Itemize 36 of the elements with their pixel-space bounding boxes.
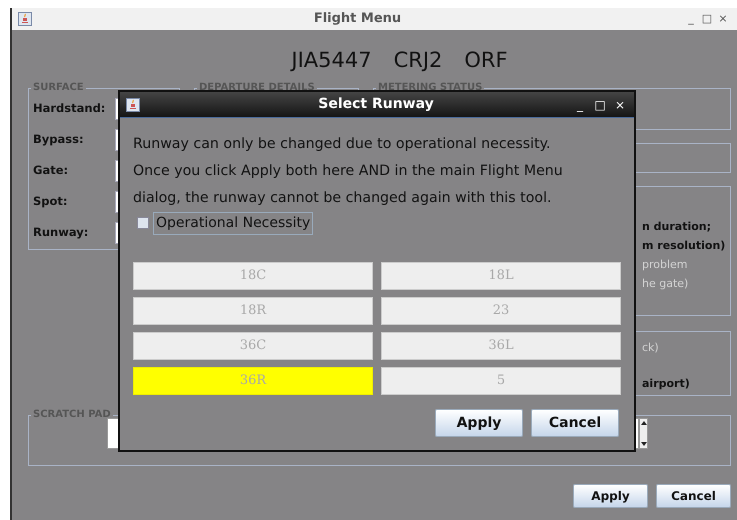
- checkbox[interactable]: [137, 217, 149, 229]
- close-button[interactable]: ×: [715, 10, 731, 28]
- status-text: airport): [642, 376, 690, 392]
- aircraft-type: CRJ2: [394, 47, 442, 74]
- status-text: n duration;: [642, 219, 712, 235]
- apply-button[interactable]: Apply: [435, 409, 523, 437]
- scrollbar[interactable]: [639, 418, 648, 449]
- status-text: m resolution): [642, 238, 726, 254]
- field-label: Bypass:: [33, 130, 85, 148]
- scroll-down-icon[interactable]: [640, 442, 646, 446]
- minimize-button[interactable]: _: [572, 96, 588, 114]
- field-label: Spot:: [33, 192, 69, 210]
- status-text: ck): [642, 340, 659, 356]
- checkbox-label[interactable]: Operational Necessity: [153, 212, 314, 234]
- status-text: he gate): [642, 276, 688, 292]
- field-label: Hardstand:: [33, 100, 106, 117]
- message-line: dialog, the runway cannot be changed again with this tool.: [133, 189, 553, 208]
- cancel-button[interactable]: Cancel: [656, 484, 731, 508]
- callsign: JIA5447: [291, 47, 372, 74]
- maximize-button[interactable]: □: [592, 96, 608, 114]
- close-button[interactable]: ×: [612, 96, 628, 114]
- scroll-up-icon[interactable]: [640, 421, 646, 425]
- apply-button[interactable]: Apply: [573, 484, 648, 508]
- field-label: Runway:: [33, 224, 90, 241]
- destination: ORF: [464, 47, 508, 74]
- app-icon: [18, 12, 32, 26]
- window-title: Flight Menu: [312, 10, 402, 28]
- cancel-button[interactable]: Cancel: [531, 409, 619, 437]
- maximize-button[interactable]: □: [699, 10, 715, 28]
- field-label: Gate:: [33, 162, 70, 179]
- message-line: Once you click Apply both here AND in the main Flight Menu: [133, 162, 564, 181]
- dialog-title: Select Runway: [317, 95, 435, 114]
- minimize-button[interactable]: _: [683, 10, 699, 28]
- message-line: Runway can only be changed due to operational necessity.: [133, 135, 552, 154]
- app-icon: [126, 98, 140, 112]
- status-text: problem: [642, 257, 688, 273]
